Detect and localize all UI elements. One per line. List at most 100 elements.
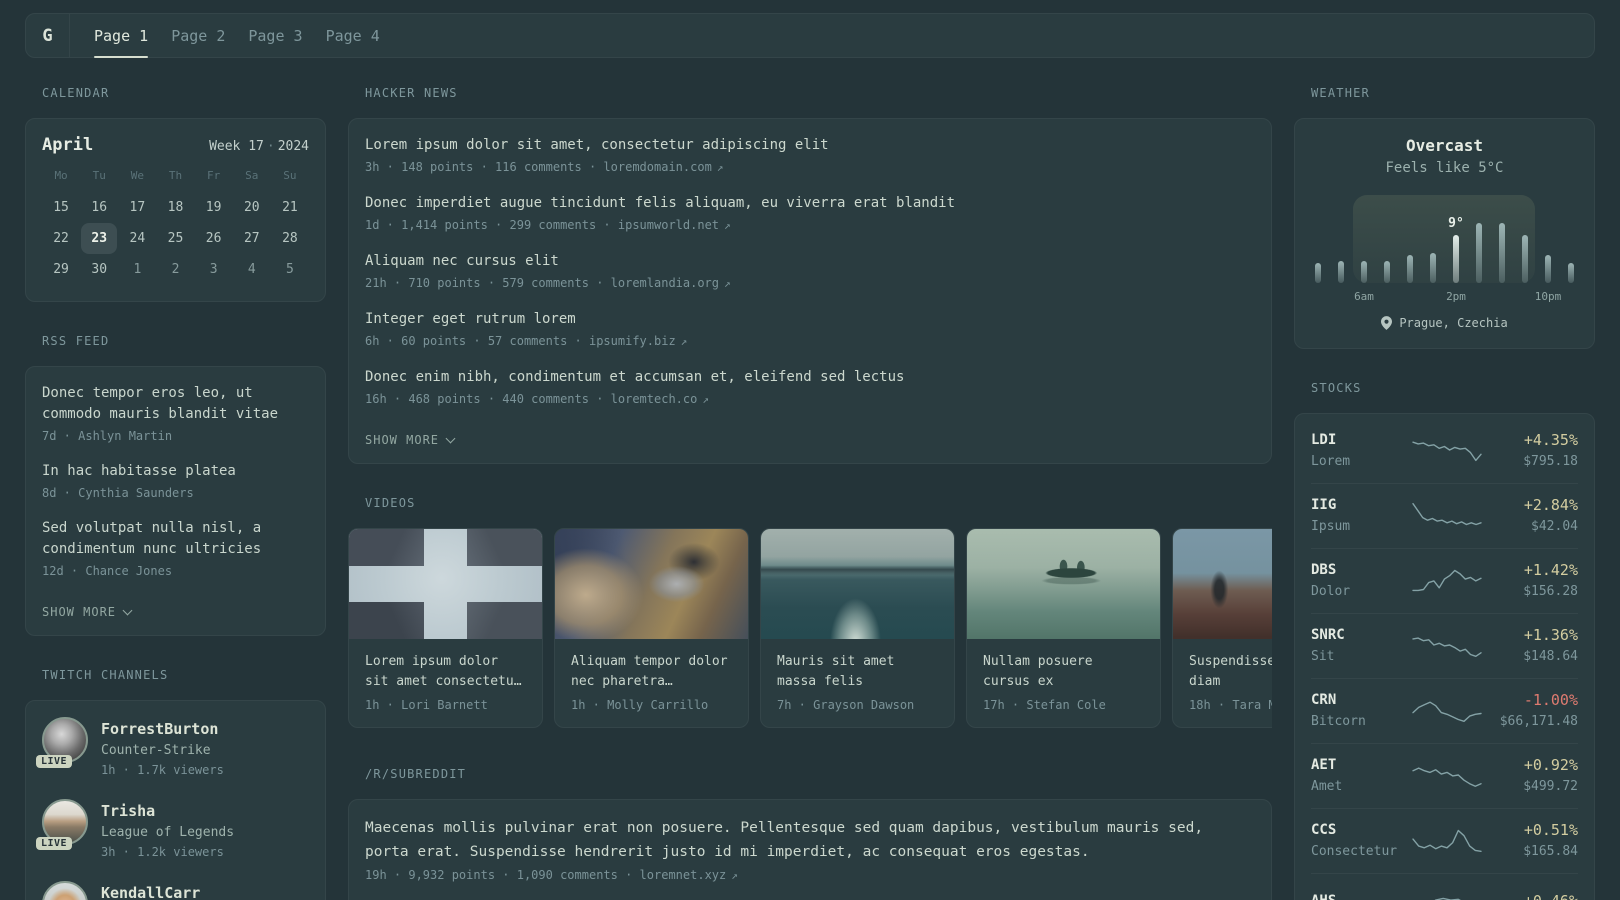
video-title-line2: diam <box>1189 674 1221 689</box>
hn-story-title[interactable]: Donec enim nibh, condimentum et accumsan… <box>365 367 1255 388</box>
rss-item-title[interactable]: In hac habitasse platea <box>42 461 309 482</box>
stock-row[interactable]: DBS Dolor +1.42% $156.28 <box>1311 548 1578 613</box>
stock-row[interactable]: SNRC Sit +1.36% $148.64 <box>1311 613 1578 678</box>
hn-story-stats: 3h · 148 points · 116 comments · <box>365 160 604 174</box>
calendar-weekday: Fr <box>207 169 221 182</box>
stock-change: +0.92% <box>1523 756 1578 774</box>
twitch-channel-row[interactable]: LIVE KendallCarr <box>42 881 309 900</box>
hn-story-domain-link[interactable]: ipsumworld.net <box>618 218 719 232</box>
rss-item-title[interactable]: Sed volutpat nulla nisl, a condimentum n… <box>42 518 309 560</box>
stock-ticker: CRN <box>1311 692 1337 708</box>
video-title-line2: sit amet consectetu… <box>365 674 522 689</box>
video-meta: 1h · Lori Barnett <box>365 698 488 712</box>
hn-story-domain-link[interactable]: loremtech.co <box>611 392 698 406</box>
channel-name[interactable]: ForrestBurton <box>101 717 224 741</box>
video-card[interactable]: Lorem ipsum dolor sit amet consectetu… 1h… <box>348 528 543 728</box>
hn-story-title[interactable]: Aliquam nec cursus elit <box>365 251 1255 272</box>
video-title[interactable]: Nullam posuere cursus ex <box>983 652 1144 692</box>
video-card[interactable]: Suspendisse quis diam 18h · Tara Mcbride <box>1172 528 1272 728</box>
calendar-day: 18 <box>167 200 184 215</box>
calendar-weekday: Mo <box>54 169 68 182</box>
time-label: 2pm <box>1446 290 1466 303</box>
calendar-day: 22 <box>53 231 69 246</box>
stock-row[interactable]: IIG Ipsum +2.84% $42.04 <box>1311 483 1578 548</box>
hn-story-domain-link[interactable]: ipsumify.biz <box>589 334 676 348</box>
rss-show-more-button[interactable]: SHOW MORE <box>42 605 133 619</box>
nav-tab[interactable]: Page 1 <box>94 14 149 58</box>
stock-row[interactable]: CCS Consectetur +0.51% $165.84 <box>1311 808 1578 873</box>
stock-sparkline <box>1412 569 1482 592</box>
channel-game[interactable]: Counter-Strike <box>101 741 224 761</box>
stock-price: $66,171.48 <box>1499 714 1578 729</box>
stock-row[interactable]: LDI Lorem +4.35% $795.18 <box>1311 419 1578 483</box>
reddit-post-title[interactable]: Maecenas mollis pulvinar erat non posuer… <box>365 816 1255 864</box>
logo[interactable]: G <box>26 14 70 57</box>
channel-game[interactable]: League of Legends <box>101 823 234 843</box>
stock-sparkline <box>1412 502 1482 526</box>
video-title[interactable]: Suspendisse quis diam <box>1189 652 1272 692</box>
stock-ticker: CCS <box>1311 822 1337 838</box>
channel-name[interactable]: KendallCarr <box>101 881 200 900</box>
video-thumbnail <box>555 529 748 639</box>
hn-story-title[interactable]: Donec imperdiet augue tincidunt felis al… <box>365 193 1255 214</box>
hn-story-meta: 6h · 60 points · 57 comments · ipsumify.… <box>365 332 1255 351</box>
show-more-label: SHOW MORE <box>365 433 440 447</box>
video-card[interactable]: Aliquam tempor dolor nec pharetra… 1h · M… <box>554 528 749 728</box>
hn-story: Donec enim nibh, condimentum et accumsan… <box>365 367 1255 409</box>
stock-identity: LDI Lorem <box>1311 430 1411 472</box>
calendar-weekday: Th <box>168 169 183 182</box>
stock-row[interactable]: AET Amet +0.92% $499.72 <box>1311 743 1578 808</box>
stock-change: +1.36% <box>1523 626 1578 644</box>
stock-identity: IIG Ipsum <box>1311 495 1411 537</box>
hn-story-domain-link[interactable]: loremlandia.org <box>611 276 719 290</box>
nav-tab[interactable]: Page 3 <box>248 14 302 57</box>
reddit-post-domain-link[interactable]: loremnet.xyz <box>640 868 727 882</box>
hn-story-title[interactable]: Integer eget rutrum lorem <box>365 309 1255 330</box>
calendar-day: 24 <box>129 231 146 246</box>
external-link-icon <box>697 392 709 406</box>
external-link-icon <box>676 334 688 348</box>
hn-story: Lorem ipsum dolor sit amet, consectetur … <box>365 135 1255 177</box>
video-title[interactable]: Mauris sit amet massa felis <box>777 652 938 692</box>
nav-tab[interactable]: Page 4 <box>326 14 380 57</box>
calendar-day: 25 <box>167 231 184 246</box>
twitch-channel-row[interactable]: LIVE Trisha League of Legends 3h · 1.2k … <box>36 799 309 862</box>
stock-ticker: AET <box>1311 757 1337 773</box>
stock-values: +0.92% $499.72 <box>1483 755 1578 797</box>
stock-values: +1.42% $156.28 <box>1483 560 1578 602</box>
top-nav: G Page 1 Page 2 Page 3 Page 4 <box>25 13 1595 58</box>
channel-avatar: LIVE <box>42 881 88 900</box>
subreddit-widget: /R/SUBREDDIT Maecenas mollis pulvinar er… <box>348 766 1272 900</box>
video-title[interactable]: Aliquam tempor dolor nec pharetra… <box>571 652 732 692</box>
video-row: Lorem ipsum dolor sit amet consectetu… 1h… <box>348 528 1272 728</box>
channel-name[interactable]: Trisha <box>101 799 234 823</box>
hn-story-stats: 16h · 468 points · 440 comments · <box>365 392 611 406</box>
external-link-icon <box>712 160 724 174</box>
stock-name: Sit <box>1311 649 1335 664</box>
stock-identity: CCS Consectetur <box>1311 820 1411 862</box>
weather-location-label: Prague, Czechia <box>1399 316 1508 330</box>
calendar-widget-title: CALENDAR <box>42 86 110 100</box>
stock-price: $795.18 <box>1523 454 1578 469</box>
stock-row[interactable]: CRN Bitcorn -1.00% $66,171.48 <box>1311 678 1578 743</box>
video-card[interactable]: Nullam posuere cursus ex 17h · Stefan Col… <box>966 528 1161 728</box>
stock-row[interactable]: AHS +0.46% <box>1311 873 1578 900</box>
calendar-day: 20 <box>243 200 260 215</box>
video-body: Lorem ipsum dolor sit amet consectetu… 1h… <box>349 639 542 727</box>
hn-story-title[interactable]: Lorem ipsum dolor sit amet, consectetur … <box>365 135 1255 156</box>
video-meta: 1h · Molly Carrillo <box>571 698 709 712</box>
nav-tab[interactable]: Page 2 <box>171 14 225 57</box>
hn-story-domain-link[interactable]: loremdomain.com <box>603 160 711 174</box>
stock-name: Lorem <box>1311 454 1351 469</box>
weather-bar <box>1499 223 1505 283</box>
calendar-weekday: Su <box>283 169 297 182</box>
reddit-post-stats: 19h · 9,932 points · 1,090 comments · <box>365 868 640 882</box>
video-card[interactable]: Mauris sit amet massa felis 7h · Grayson … <box>760 528 955 728</box>
twitch-channel-row[interactable]: LIVE ForrestBurton Counter-Strike 1h · 1… <box>36 717 309 780</box>
hn-show-more-button[interactable]: SHOW MORE <box>365 433 456 447</box>
video-title[interactable]: Lorem ipsum dolor sit amet consectetu… <box>365 652 526 692</box>
weather-bar <box>1338 261 1344 283</box>
hacker-news-widget: HACKER NEWS Lorem ipsum dolor sit amet, … <box>348 85 1272 464</box>
rss-item-title[interactable]: Donec tempor eros leo, ut commodo mauris… <box>42 383 309 425</box>
weather-location[interactable]: Prague, Czechia <box>1311 316 1578 330</box>
